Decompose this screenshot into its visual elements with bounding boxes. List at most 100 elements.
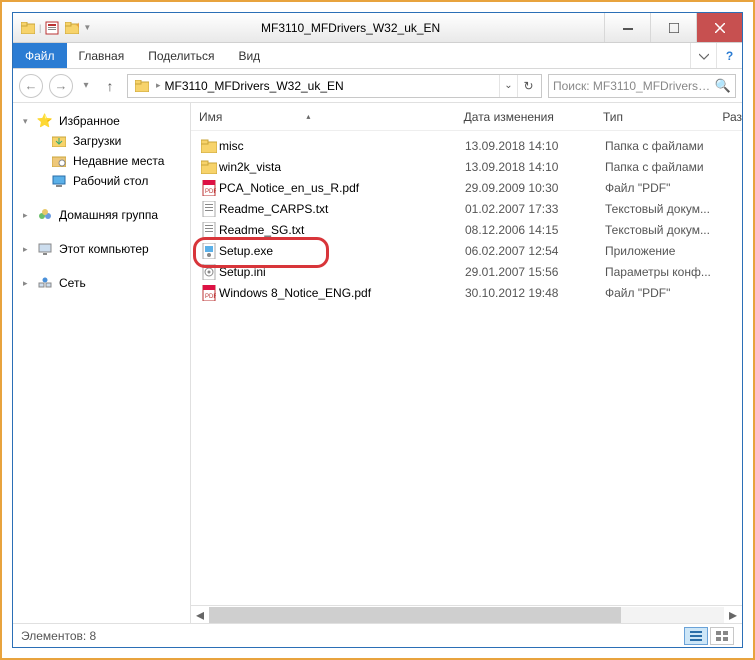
computer-icon <box>37 241 53 257</box>
column-date[interactable]: Дата изменения <box>464 110 603 124</box>
search-placeholder: Поиск: MF3110_MFDrivers_W... <box>553 79 715 93</box>
scroll-right-icon[interactable]: ▸ <box>724 605 742 625</box>
qat-separator: | <box>39 23 41 33</box>
chevron-right-icon[interactable]: ▸ <box>23 278 31 289</box>
help-icon[interactable]: ? <box>716 43 742 68</box>
back-button[interactable]: ← <box>19 74 43 98</box>
ribbon: Файл Главная Поделиться Вид ? <box>13 43 742 69</box>
nav-downloads[interactable]: Загрузки <box>13 131 190 151</box>
recent-icon <box>51 153 67 169</box>
file-row[interactable]: win2k_vista13.09.2018 14:10Папка с файла… <box>191 156 742 177</box>
maximize-button[interactable] <box>650 13 696 42</box>
svg-text:PDF: PDF <box>205 189 216 195</box>
file-name: misc <box>219 139 465 153</box>
chevron-right-icon[interactable]: ▸ <box>23 244 31 255</box>
file-row[interactable]: misc13.09.2018 14:10Папка с файлами <box>191 135 742 156</box>
file-date: 01.02.2007 17:33 <box>465 202 605 216</box>
titlebar: | ✦ ▼ MF3110_MFDrivers_W32_uk_EN <box>13 13 742 43</box>
history-dropdown-icon[interactable]: ▾ <box>79 80 93 91</box>
horizontal-scrollbar[interactable]: ◂ ▸ <box>191 605 742 623</box>
properties-icon[interactable] <box>43 19 61 37</box>
file-date: 08.12.2006 14:15 <box>465 223 605 237</box>
file-type: Файл "PDF" <box>605 286 735 300</box>
file-type: Текстовый докум... <box>605 202 735 216</box>
downloads-icon <box>51 133 67 149</box>
file-row[interactable]: Setup.exe06.02.2007 12:54Приложение <box>191 240 742 261</box>
nav-recent[interactable]: Недавние места <box>13 151 190 171</box>
folder-icon <box>199 138 219 154</box>
file-type: Файл "PDF" <box>605 181 735 195</box>
tab-file[interactable]: Файл <box>13 43 67 68</box>
address-dropdown-icon[interactable]: ⌄ <box>499 75 517 97</box>
view-icons-button[interactable] <box>710 627 734 645</box>
file-date: 13.09.2018 14:10 <box>465 160 605 174</box>
tab-home[interactable]: Главная <box>67 43 137 68</box>
file-date: 29.09.2009 10:30 <box>465 181 605 195</box>
close-button[interactable] <box>696 13 742 42</box>
pdf-icon: PDF <box>199 180 219 196</box>
address-bar: ← → ▾ ↑ ▸ MF3110_MFDrivers_W32_uk_EN ⌄ ↻… <box>13 69 742 103</box>
file-row[interactable]: Setup.ini29.01.2007 15:56Параметры конф.… <box>191 261 742 282</box>
column-headers: Имя▴ Дата изменения Тип Раз <box>191 103 742 131</box>
file-name: PCA_Notice_en_us_R.pdf <box>219 181 465 195</box>
chevron-right-icon[interactable]: ▸ <box>23 210 31 221</box>
file-name: Setup.exe <box>219 244 465 258</box>
minimize-button[interactable] <box>604 13 650 42</box>
nav-network[interactable]: ▸ Сеть <box>13 273 190 293</box>
explorer-window: | ✦ ▼ MF3110_MFDrivers_W32_uk_EN Файл Гл… <box>12 12 743 648</box>
up-button[interactable]: ↑ <box>99 75 121 97</box>
scroll-left-icon[interactable]: ◂ <box>191 605 209 625</box>
content-pane: Имя▴ Дата изменения Тип Раз misc13.09.20… <box>191 103 742 623</box>
address-box[interactable]: ▸ MF3110_MFDrivers_W32_uk_EN ⌄ ↻ <box>127 74 542 98</box>
search-input[interactable]: Поиск: MF3110_MFDrivers_W... 🔍 <box>548 74 736 98</box>
search-icon[interactable]: 🔍 <box>715 78 731 94</box>
nav-homegroup[interactable]: ▸ Домашняя группа <box>13 205 190 225</box>
txt-icon <box>199 201 219 217</box>
tab-share[interactable]: Поделиться <box>136 43 226 68</box>
nav-favorites[interactable]: ▾ ⭐ Избранное <box>13 111 190 131</box>
refresh-icon[interactable]: ↻ <box>517 75 539 97</box>
chevron-down-icon[interactable]: ▾ <box>23 116 31 127</box>
folder-icon <box>19 19 37 37</box>
sort-asc-icon: ▴ <box>306 112 310 121</box>
file-date: 29.01.2007 15:56 <box>465 265 605 279</box>
file-type: Приложение <box>605 244 735 258</box>
file-name: Setup.ini <box>219 265 465 279</box>
status-bar: Элементов: 8 <box>13 623 742 647</box>
column-type[interactable]: Тип <box>603 110 722 124</box>
file-name: Readme_SG.txt <box>219 223 465 237</box>
forward-button[interactable]: → <box>49 74 73 98</box>
file-type: Папка с файлами <box>605 160 735 174</box>
column-name[interactable]: Имя▴ <box>199 110 464 124</box>
view-details-button[interactable] <box>684 627 708 645</box>
file-row[interactable]: PDFWindows 8_Notice_ENG.pdf30.10.2012 19… <box>191 282 742 303</box>
file-row[interactable]: Readme_CARPS.txt01.02.2007 17:33Текстовы… <box>191 198 742 219</box>
file-list[interactable]: misc13.09.2018 14:10Папка с файламиwin2k… <box>191 131 742 605</box>
tab-view[interactable]: Вид <box>226 43 272 68</box>
navigation-pane: ▾ ⭐ Избранное Загрузки Недавние места Ра… <box>13 103 191 623</box>
file-type: Текстовый докум... <box>605 223 735 237</box>
window-title: MF3110_MFDrivers_W32_uk_EN <box>97 21 604 35</box>
network-icon <box>37 275 53 291</box>
nav-computer[interactable]: ▸ Этот компьютер <box>13 239 190 259</box>
svg-text:PDF: PDF <box>205 294 216 300</box>
ini-icon <box>199 264 219 280</box>
chevron-right-icon[interactable]: ▸ <box>154 80 163 91</box>
scroll-thumb[interactable] <box>209 607 621 623</box>
file-name: Windows 8_Notice_ENG.pdf <box>219 286 465 300</box>
new-folder-icon[interactable]: ✦ <box>63 19 81 37</box>
file-date: 13.09.2018 14:10 <box>465 139 605 153</box>
breadcrumb[interactable]: MF3110_MFDrivers_W32_uk_EN <box>163 79 346 93</box>
file-row[interactable]: Readme_SG.txt08.12.2006 14:15Текстовый д… <box>191 219 742 240</box>
file-type: Папка с файлами <box>605 139 735 153</box>
txt-icon <box>199 222 219 238</box>
column-size[interactable]: Раз <box>722 110 742 124</box>
nav-desktop[interactable]: Рабочий стол <box>13 171 190 191</box>
file-row[interactable]: PDFPCA_Notice_en_us_R.pdf29.09.2009 10:3… <box>191 177 742 198</box>
qat-dropdown-icon[interactable]: ▼ <box>83 23 91 32</box>
desktop-icon <box>51 173 67 189</box>
file-date: 06.02.2007 12:54 <box>465 244 605 258</box>
file-date: 30.10.2012 19:48 <box>465 286 605 300</box>
ribbon-expand-icon[interactable] <box>690 43 716 68</box>
svg-text:✦: ✦ <box>75 22 79 30</box>
